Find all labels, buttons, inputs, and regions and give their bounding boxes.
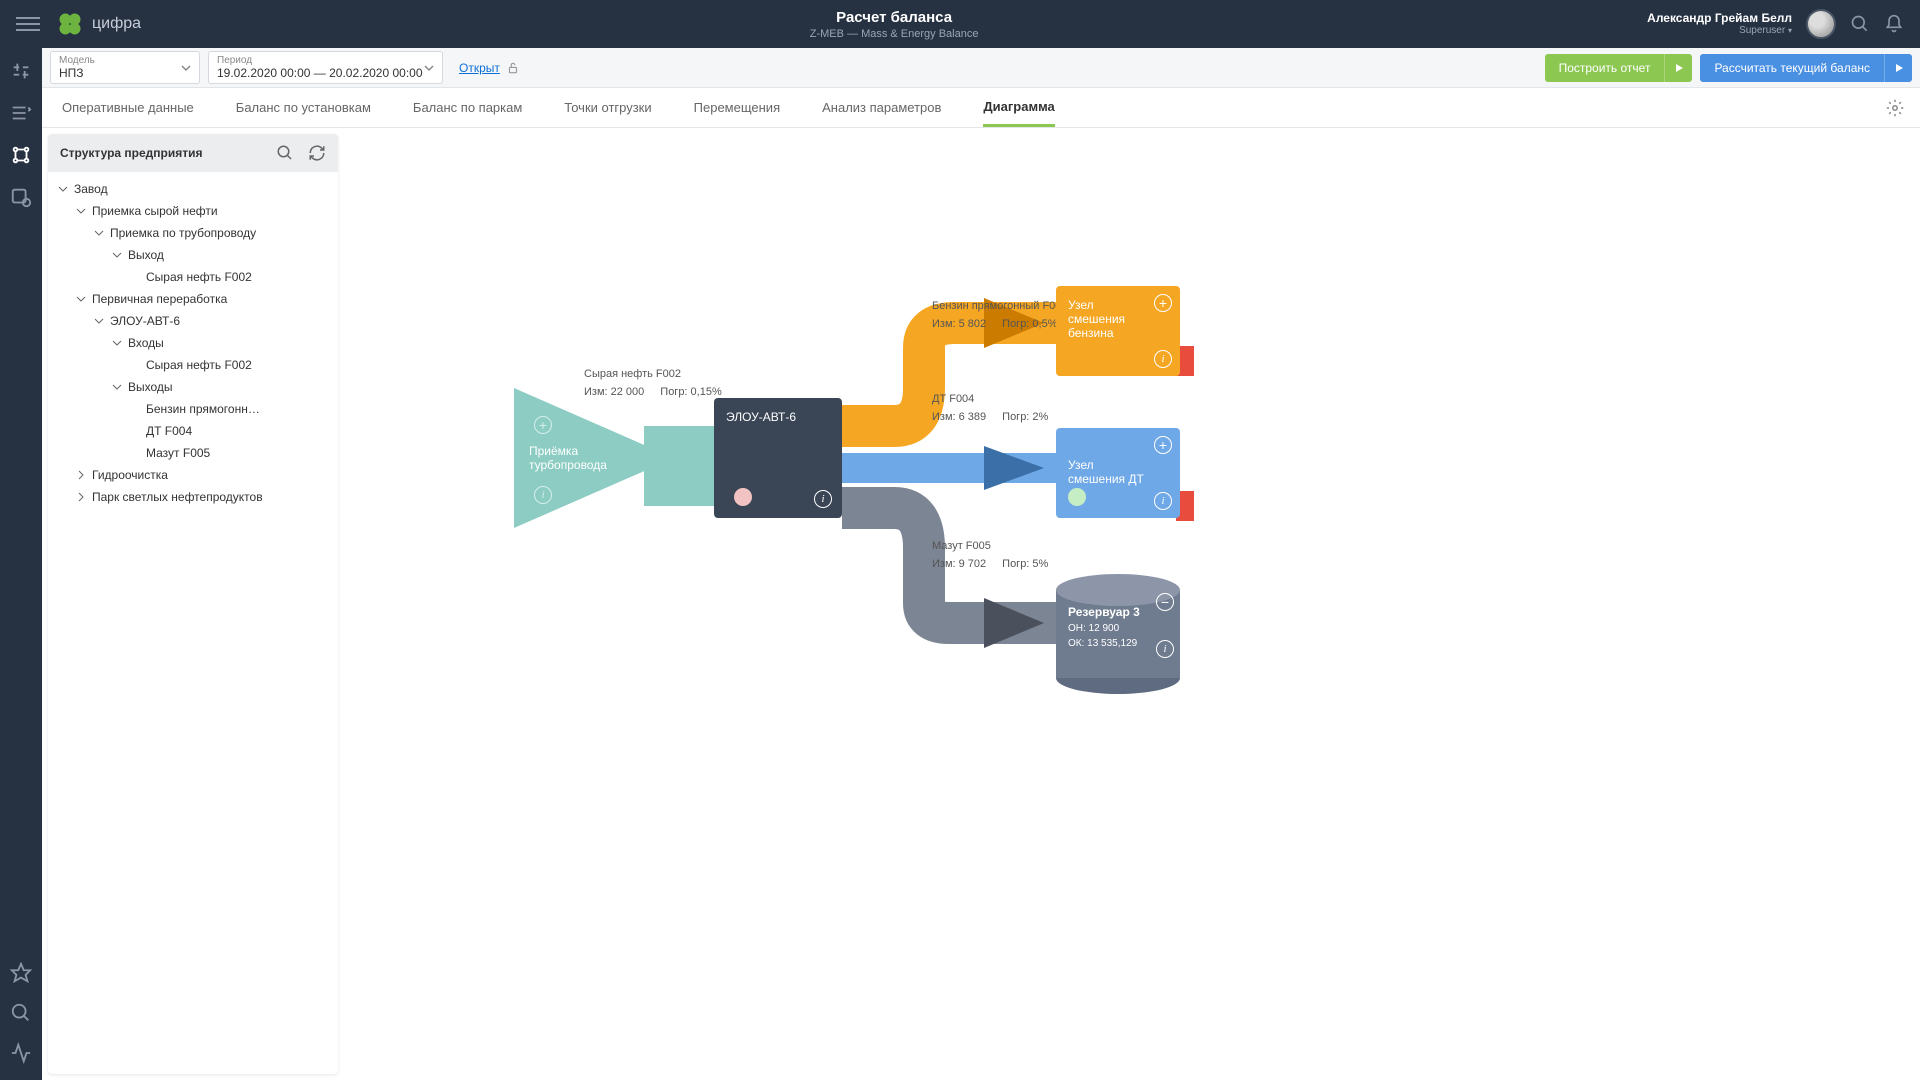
build-report-button[interactable]: Построить отчет — [1545, 54, 1693, 82]
chevron-down-icon — [181, 63, 191, 73]
user-name: Александр Грейам Белл — [1647, 11, 1792, 25]
unit-node[interactable]: ЭЛОУ-АВТ-6 i — [714, 398, 842, 518]
tree-node[interactable]: Приемка по трубопроводу — [48, 222, 338, 244]
tree-title: Структура предприятия — [60, 146, 203, 160]
rail-icon-2[interactable] — [10, 102, 32, 124]
chevron-down-icon — [76, 206, 86, 216]
tab-analysis[interactable]: Анализ параметров — [822, 88, 941, 127]
play-icon — [1894, 63, 1904, 73]
flow-label: Бензин прямогонный F003 — [932, 300, 1068, 312]
tree-panel: Структура предприятия Завод Приемка сыро… — [48, 134, 338, 1074]
brand-text: цифра — [92, 15, 141, 33]
tab-movements[interactable]: Перемещения — [694, 88, 780, 127]
info-icon[interactable]: i — [814, 490, 832, 508]
tree-node[interactable]: ЭЛОУ-АВТ-6 — [48, 310, 338, 332]
chevron-down-icon — [94, 316, 104, 326]
star-icon[interactable] — [10, 962, 32, 984]
avatar[interactable] — [1806, 9, 1836, 39]
output-node-gasoline[interactable]: Узел смешения бензина + i — [1056, 286, 1180, 376]
chevron-down-icon — [112, 338, 122, 348]
plus-icon[interactable]: + — [1154, 294, 1172, 312]
plus-icon[interactable]: + — [1154, 436, 1172, 454]
info-icon[interactable]: i — [1154, 492, 1172, 510]
tree-body: Завод Приемка сырой нефти Приемка по тру… — [48, 172, 338, 514]
main-split: Структура предприятия Завод Приемка сыро… — [42, 128, 1920, 1080]
info-icon[interactable]: i — [534, 486, 552, 504]
rail-icon-4[interactable] — [10, 186, 32, 208]
page-title: Расчет баланса — [141, 9, 1647, 26]
tree-node[interactable]: Гидроочистка — [48, 464, 338, 486]
tree-node[interactable]: Сырая нефть F002 — [48, 354, 338, 376]
flow-stats: Изм: 22 000Погр: 0,15% — [584, 386, 722, 398]
chevron-down-icon — [94, 228, 104, 238]
chevron-right-icon — [76, 492, 86, 502]
diagram-svg — [344, 128, 1920, 1080]
bell-icon[interactable] — [1884, 14, 1904, 34]
left-rail — [0, 48, 42, 1080]
tab-shipping[interactable]: Точки отгрузки — [564, 88, 651, 127]
search-rail-icon[interactable] — [10, 1002, 32, 1024]
activity-icon[interactable] — [10, 1042, 32, 1064]
flow-stats: Изм: 6 389Погр: 2% — [932, 411, 1048, 423]
model-select[interactable]: Модель НПЗ — [50, 51, 200, 84]
chevron-down-icon — [58, 184, 68, 194]
plus-icon[interactable]: + — [534, 416, 552, 434]
clover-icon — [56, 10, 84, 38]
diagram-canvas[interactable]: Приёмка турбопровода + i Сырая нефть F00… — [344, 128, 1920, 1080]
search-icon[interactable] — [1850, 14, 1870, 34]
chevron-down-icon — [76, 294, 86, 304]
chevron-down-icon — [424, 63, 434, 73]
output-node-diesel[interactable]: Узел смешения ДТ + i — [1056, 428, 1180, 518]
tab-installations[interactable]: Баланс по установкам — [236, 88, 371, 127]
flow-label: Мазут F005 — [932, 540, 991, 552]
tree-node[interactable]: Выход — [48, 244, 338, 266]
tree-node[interactable]: Бензин прямогонн… — [48, 398, 338, 420]
tree-node[interactable]: Завод — [48, 178, 338, 200]
tree-node[interactable]: ДТ F004 — [48, 420, 338, 442]
play-icon — [1674, 63, 1684, 73]
flow-label: Сырая нефть F002 — [584, 368, 681, 380]
info-icon[interactable]: i — [1154, 350, 1172, 368]
refresh-icon[interactable] — [308, 144, 326, 162]
chevron-right-icon — [76, 470, 86, 480]
rail-icon-1[interactable] — [10, 60, 32, 82]
info-icon[interactable]: i — [1156, 640, 1174, 658]
app-header: цифра Расчет баланса Z-MEB — Mass & Ener… — [0, 0, 1920, 48]
chevron-down-icon — [112, 382, 122, 392]
calculate-balance-button[interactable]: Рассчитать текущий баланс — [1700, 54, 1912, 82]
tree-node[interactable]: Выходы — [48, 376, 338, 398]
tree-node[interactable]: Первичная переработка — [48, 288, 338, 310]
user-info[interactable]: Александр Грейам Белл Superuser ▾ — [1647, 11, 1792, 37]
tab-operational[interactable]: Оперативные данные — [62, 88, 194, 127]
tree-node[interactable]: Мазут F005 — [48, 442, 338, 464]
flow-label: ДТ F004 — [932, 393, 974, 405]
tree-header: Структура предприятия — [48, 134, 338, 172]
gear-icon[interactable] — [1886, 99, 1904, 117]
tree-node[interactable]: Входы — [48, 332, 338, 354]
search-icon[interactable] — [276, 144, 294, 162]
tab-diagram[interactable]: Диаграмма — [983, 88, 1054, 127]
user-role: Superuser ▾ — [1647, 25, 1792, 37]
flow-stats: Изм: 5 802Погр: 0,5% — [932, 318, 1058, 330]
tabs: Оперативные данные Баланс по установкам … — [42, 88, 1920, 128]
flow-stats: Изм: 9 702Погр: 5% — [932, 558, 1048, 570]
tree-node[interactable]: Сырая нефть F002 — [48, 266, 338, 288]
tab-parks[interactable]: Баланс по паркам — [413, 88, 522, 127]
chevron-down-icon — [112, 250, 122, 260]
lock-icon[interactable] — [506, 61, 520, 75]
tree-node[interactable]: Парк светлых нефтепродуктов — [48, 486, 338, 508]
period-select[interactable]: Период 19.02.2020 00:00 — 20.02.2020 00:… — [208, 51, 443, 84]
hamburger-icon[interactable] — [16, 12, 40, 36]
page-subtitle: Z-MEB — Mass & Energy Balance — [141, 28, 1647, 40]
minus-icon[interactable]: − — [1156, 593, 1174, 611]
content-area: Модель НПЗ Период 19.02.2020 00:00 — 20.… — [42, 48, 1920, 1080]
toolbar: Модель НПЗ Период 19.02.2020 00:00 — 20.… — [42, 48, 1920, 88]
status-link[interactable]: Открыт — [459, 61, 500, 75]
brand-logo[interactable]: цифра — [56, 10, 141, 38]
tree-node[interactable]: Приемка сырой нефти — [48, 200, 338, 222]
rail-icon-3[interactable] — [10, 144, 32, 166]
input-node-label: Приёмка турбопровода — [529, 444, 619, 472]
